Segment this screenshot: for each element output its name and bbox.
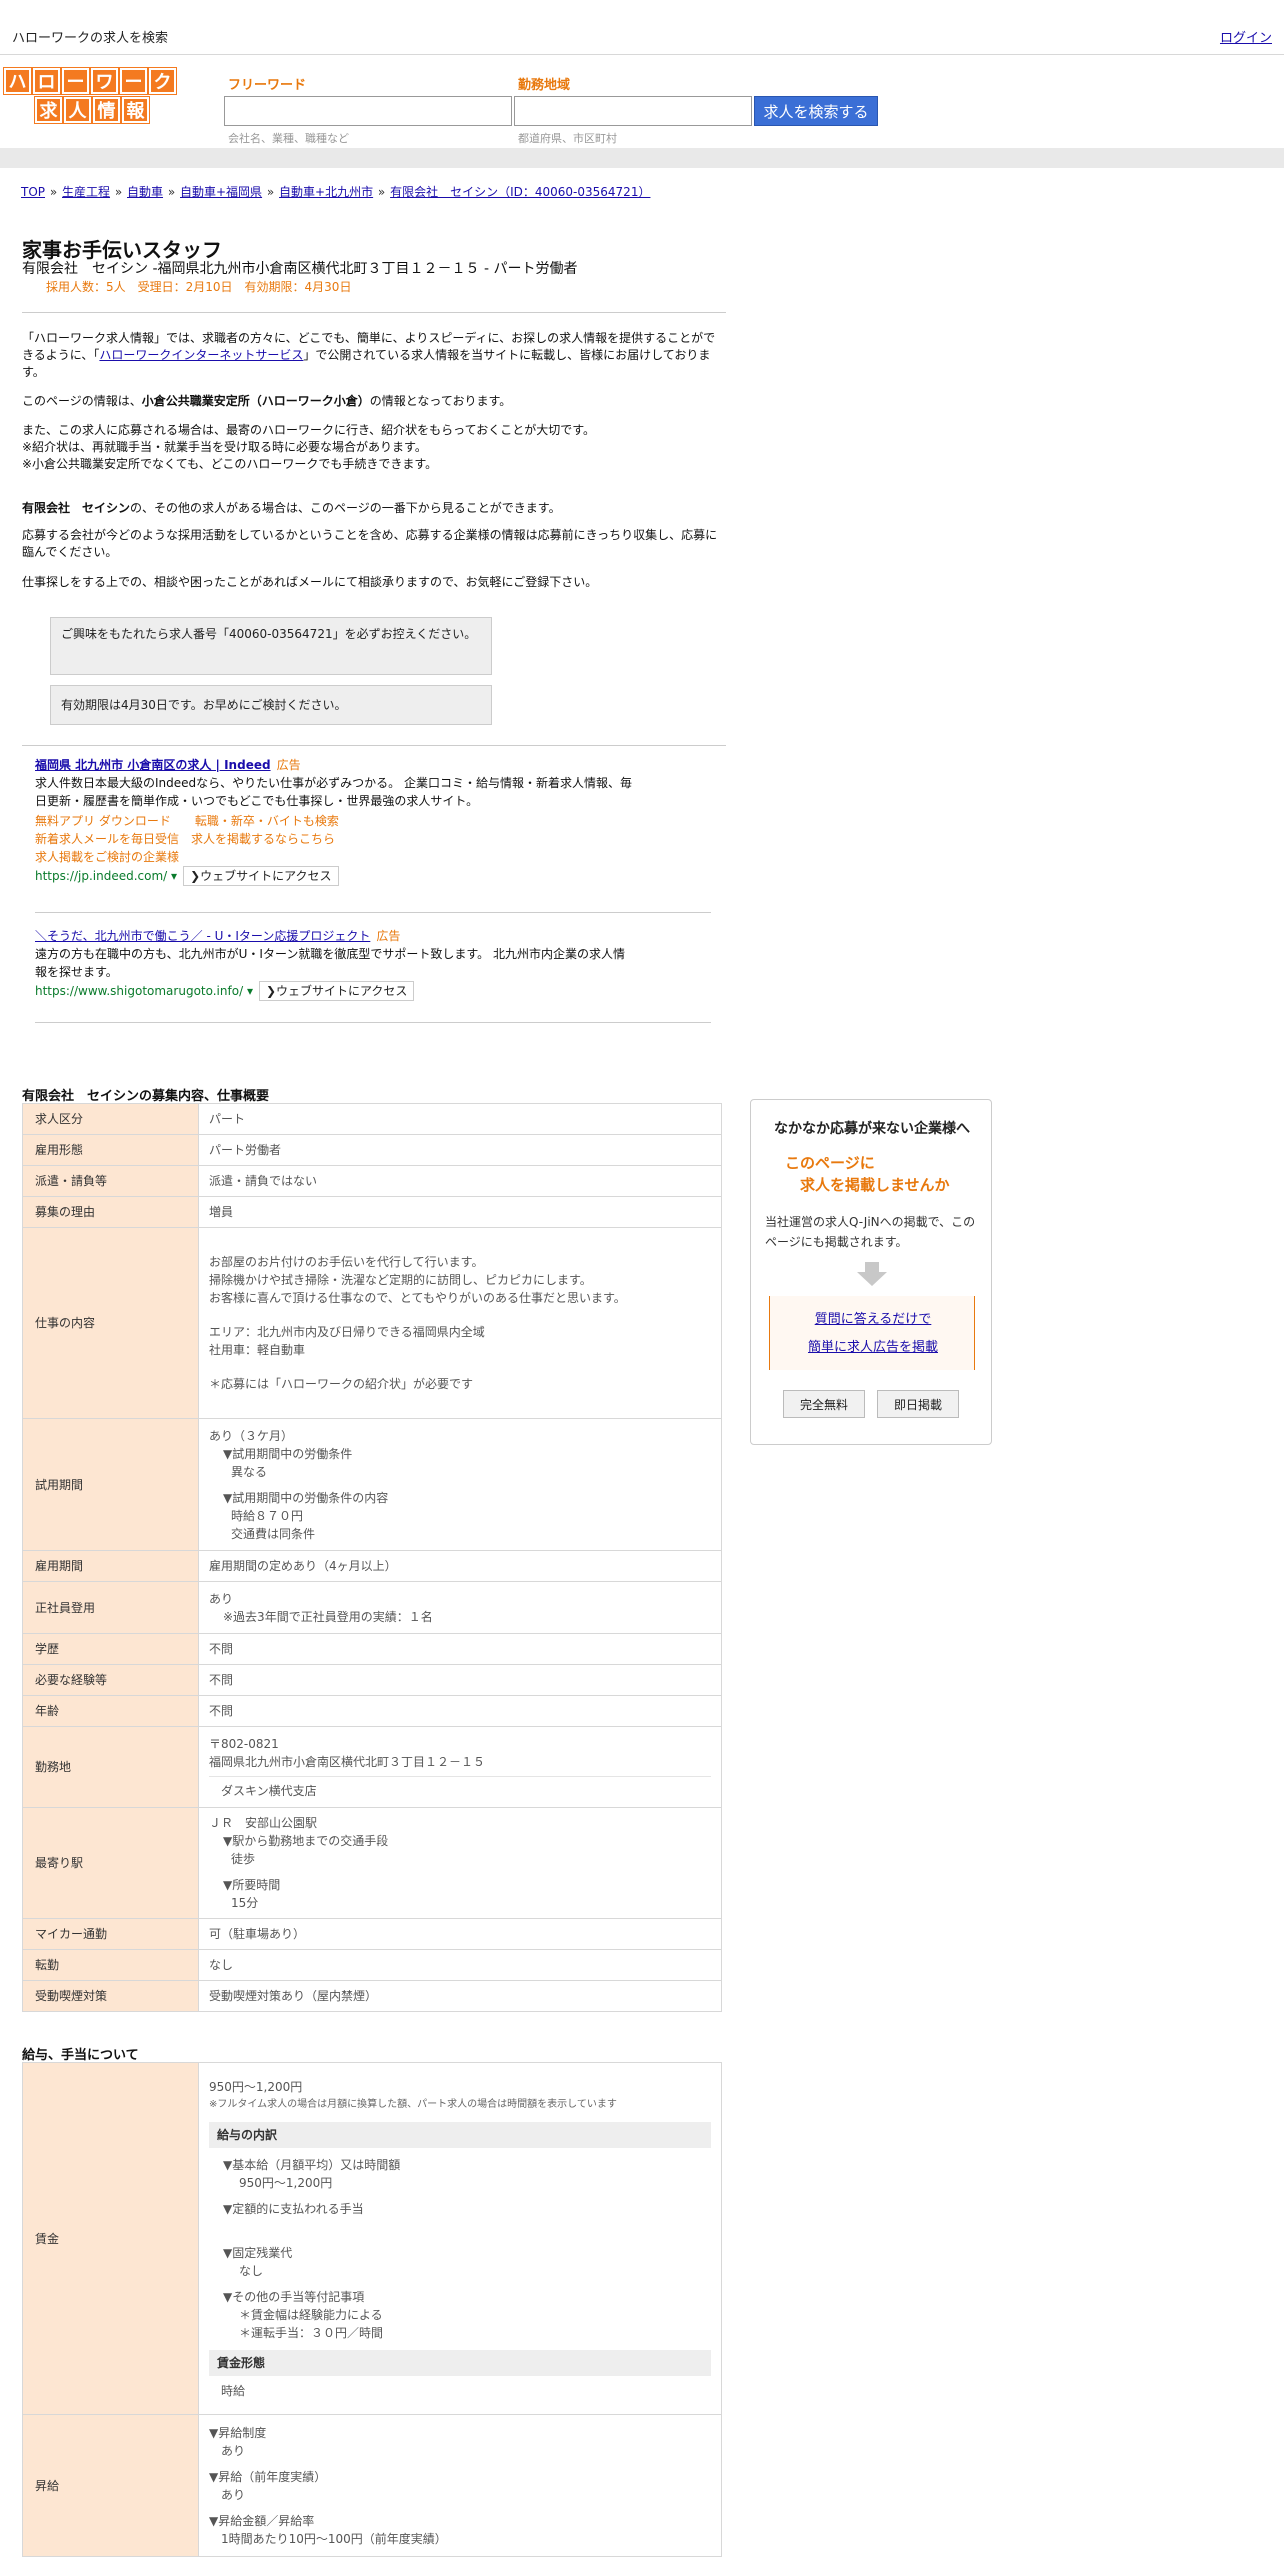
ad-kitakyushu: ＼そうだ、北九州市で働こう／ - U・Iターン応援プロジェクト 広告 遠方の方も在… bbox=[35, 927, 635, 1001]
promo-text: 当社運営の求人Q-JiNへの掲載で、このページにも掲載されます。 bbox=[765, 1215, 976, 1249]
logo-char: 人 bbox=[63, 96, 92, 124]
ad-title-link[interactable]: ＼そうだ、北九州市で働こう／ - U・Iターン応援プロジェクト bbox=[35, 929, 370, 943]
visit-website-button[interactable]: ❯ウェブサイトにアクセス bbox=[183, 866, 339, 886]
ad-tag: 広告 bbox=[376, 929, 401, 943]
intro-other-jobs: 有限会社 セイシンの、その他の求人がある場合は、このページの一番下から見ることが… bbox=[22, 501, 561, 515]
logo-char: ロ bbox=[32, 67, 61, 95]
same-day-button[interactable]: 即日掲載 bbox=[877, 1390, 959, 1418]
area-hint: 都道府県、市区町村 bbox=[518, 132, 617, 145]
login-link[interactable]: ログイン bbox=[1220, 27, 1272, 46]
table-row: 最寄り駅 ＪＲ 安部山公園駅 ▼駅から勤務地までの交通手段 徒歩 ▼所要時間 1… bbox=[22, 1807, 722, 1919]
breadcrumb: TOP » 生産工程 » 自動車 » 自動車+福岡県 » 自動車+北九州市 » … bbox=[21, 185, 651, 199]
table-row: 昇給 ▼昇給制度 あり ▼昇給（前年度実績） あり ▼昇給金額／昇給率 1時間あ… bbox=[22, 2414, 722, 2557]
table-row: 必要な経験等 不問 bbox=[22, 1664, 722, 1696]
ad-indeed: 福岡県 北九州市 小倉南区の求人 | Indeed 広告 求人件数日本最大級のIn… bbox=[35, 756, 635, 886]
breadcrumb-link[interactable]: TOP bbox=[21, 185, 45, 199]
search-header: ハ ロ ー ワ ー ク 求 人 情 報 フリーワード 会社名、業種、職種など 勤… bbox=[0, 56, 1284, 148]
ad-tag: 広告 bbox=[276, 758, 301, 772]
promo-link-answer[interactable]: 質問に答えるだけで bbox=[770, 1308, 976, 1327]
divider bbox=[22, 745, 726, 746]
employer-promo-box: なかなか応募が来ない企業様へ このページに 求人を掲載しませんか 当社運営の求人… bbox=[750, 1099, 992, 1445]
hellowork-internet-link[interactable]: ハローワークインターネットサービス bbox=[99, 348, 303, 362]
overview-table: 求人区分 パート 雇用形態 パート労働者 派遣・請負等 派遣・請負ではない 募集の理由… bbox=[22, 1103, 722, 2012]
logo-char: ク bbox=[148, 67, 177, 95]
promo-links: 質問に答えるだけで 簡単に求人広告を掲載 bbox=[769, 1296, 975, 1370]
table-row: マイカー通勤 可（駐車場あり） bbox=[22, 1918, 722, 1950]
freeword-input[interactable] bbox=[224, 96, 512, 126]
table-row: 転勤 なし bbox=[22, 1949, 722, 1981]
ad-description: 求人件数日本最大級のIndeedなら、やりたい仕事が必ずみつかる。 企業口コミ・… bbox=[35, 776, 632, 808]
divider bbox=[35, 1022, 711, 1023]
salary-table: 賃金 950円〜1,200円 ※フルタイム求人の場合は月額に換算した額、パート求… bbox=[22, 2062, 722, 2557]
breadcrumb-link[interactable]: 生産工程 bbox=[62, 185, 110, 199]
site-logo[interactable]: ハ ロ ー ワ ー ク 求 人 情 報 bbox=[3, 67, 180, 126]
ad-sitelinks[interactable]: 無料アプリ ダウンロード 転職・新卒・バイトも検索 bbox=[35, 812, 635, 830]
logo-char: ハ bbox=[3, 67, 32, 95]
table-row: 年齢 不問 bbox=[22, 1695, 722, 1727]
overview-heading: 有限会社 セイシンの募集内容、仕事概要 bbox=[22, 1089, 270, 1104]
table-row: 勤務地 〒802-0821 福岡県北九州市小倉南区横代北町３丁目１２－１５ ダス… bbox=[22, 1726, 722, 1808]
table-row: 学歴 不問 bbox=[22, 1633, 722, 1665]
breadcrumb-link[interactable]: 自動車+北九州市 bbox=[279, 185, 373, 199]
ad-description: 遠方の方も在職中の方も、北九州市がU・Iターン就職を徹底型でサポート致します。 … bbox=[35, 947, 625, 979]
table-row: 求人区分 パート bbox=[22, 1103, 722, 1135]
ad-sitelinks[interactable]: 新着求人メールを毎日受信 求人を掲載するならこちら bbox=[35, 830, 635, 848]
logo-char: 求 bbox=[34, 96, 63, 124]
area-input[interactable] bbox=[514, 96, 752, 126]
freeword-label: フリーワード bbox=[228, 78, 307, 93]
table-row: 募集の理由 増員 bbox=[22, 1196, 722, 1228]
free-button[interactable]: 完全無料 bbox=[783, 1390, 865, 1418]
logo-char: ワ bbox=[90, 67, 119, 95]
table-row: 正社員登用 あり ※過去3年間で正社員登用の実績：１名 bbox=[22, 1581, 722, 1634]
intro-referral: また、この求人に応募される場合は、最寄のハローワークに行き、紹介状をもらっておく… bbox=[22, 423, 596, 471]
logo-char: 報 bbox=[121, 96, 150, 124]
promo-catchphrase: このページに 求人を掲載しませんか bbox=[785, 1154, 950, 1194]
table-row: 雇用形態 パート労働者 bbox=[22, 1134, 722, 1166]
table-row: 賃金 950円〜1,200円 ※フルタイム求人の場合は月額に換算した額、パート求… bbox=[22, 2062, 722, 2415]
table-row: 雇用期間 雇用期間の定めあり（4ヶ月以上） bbox=[22, 1550, 722, 1582]
divider bbox=[22, 312, 726, 313]
arrow-down-icon bbox=[857, 1262, 887, 1286]
salary-heading: 給与、手当について bbox=[22, 2048, 139, 2063]
intro-advice: 応募する会社が今どのような採用活動をしているかということを含め、応募する企業様の… bbox=[22, 528, 718, 559]
area-label: 勤務地域 bbox=[518, 78, 571, 93]
site-title: ハローワークの求人を検索 bbox=[12, 31, 169, 46]
divider bbox=[35, 912, 711, 913]
freeword-hint: 会社名、業種、職種など bbox=[228, 132, 349, 145]
ad-url[interactable]: https://jp.indeed.com/ bbox=[35, 869, 167, 883]
breadcrumb-link[interactable]: 自動車 bbox=[127, 185, 163, 199]
top-bar: ハローワークの求人を検索 ログイン bbox=[0, 0, 1284, 55]
intro-source: このページの情報は、小倉公共職業安定所（ハローワーク小倉）の情報となっております… bbox=[22, 394, 512, 408]
ad-sitelinks[interactable]: 求人掲載をご検討の企業様 bbox=[35, 848, 635, 866]
search-button[interactable]: 求人を検索する bbox=[754, 96, 878, 126]
job-number-note: ご興味をもたれたら求人番号「40060-03564721」を必ずお控えください。 bbox=[50, 617, 492, 675]
logo-char: 情 bbox=[92, 96, 121, 124]
job-subtitle: 有限会社 セイシン -福岡県北九州市小倉南区横代北町３丁目１２－１５ - パート… bbox=[22, 261, 578, 277]
job-meta: 採用人数：5人 受理日：2月10日 有効期限：4月30日 bbox=[46, 280, 352, 294]
breadcrumb-link[interactable]: 有限会社 セイシン（ID：40060-03564721） bbox=[390, 185, 650, 199]
visit-website-button[interactable]: ❯ウェブサイトにアクセス bbox=[258, 981, 415, 1001]
table-row: 派遣・請負等 派遣・請負ではない bbox=[22, 1165, 722, 1197]
logo-char: ー bbox=[119, 67, 148, 95]
intro-consult: 仕事探しをする上での、相談や困ったことがあればメールにて相談承りますので、お気軽… bbox=[22, 575, 598, 589]
promo-link-post[interactable]: 簡単に求人広告を掲載 bbox=[770, 1336, 976, 1355]
ad-title-link[interactable]: 福岡県 北九州市 小倉南区の求人 | Indeed bbox=[35, 758, 271, 772]
header-divider bbox=[0, 148, 1284, 168]
table-row: 試用期間 あり（３ケ月） ▼試用期間中の労働条件 異なる ▼試用期間中の労働条件… bbox=[22, 1418, 722, 1551]
expiry-note: 有効期限は4月30日です。お早めにご検討ください。 bbox=[50, 685, 492, 725]
table-row: 受動喫煙対策 受動喫煙対策あり（屋内禁煙） bbox=[22, 1980, 722, 2012]
promo-title: なかなか応募が来ない企業様へ bbox=[774, 1121, 970, 1137]
breadcrumb-link[interactable]: 自動車+福岡県 bbox=[180, 185, 262, 199]
ad-url[interactable]: https://www.shigotomarugoto.info/ bbox=[35, 984, 243, 998]
intro-paragraph: 「ハローワーク求人情報」では、求職者の方々に、どこでも、簡単に、よりスピーディに… bbox=[22, 331, 716, 379]
logo-char: ー bbox=[61, 67, 90, 95]
table-row: 仕事の内容 お部屋のお片付けのお手伝いを代行して行います。 掃除機かけや拭き掃除… bbox=[22, 1227, 722, 1419]
